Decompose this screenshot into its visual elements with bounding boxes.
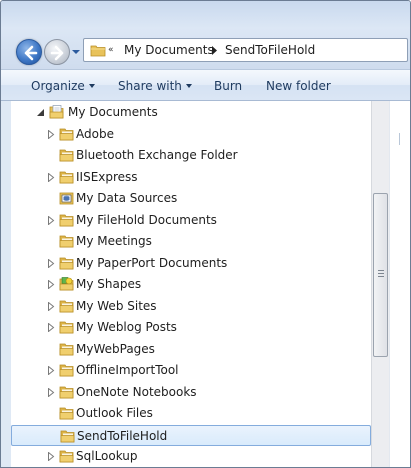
tree-item-label: My Documents [68,105,158,119]
tree-item-label: My Weblog Posts [76,320,177,334]
divider [399,133,400,145]
share-with-button[interactable]: Share with [118,78,192,94]
share-with-label: Share with [118,79,182,93]
tree-item-my-documents[interactable]: My Documents [11,102,371,123]
chevron-down-icon [185,83,192,88]
folder-icon [59,364,74,377]
address-bar[interactable]: « My Documents SendToFileHold [83,38,408,62]
tree-item[interactable]: My Data Sources [11,188,371,209]
folder-icon [59,407,74,420]
tree-item[interactable]: MyWebPages [11,339,371,360]
back-button[interactable] [16,39,42,65]
tree-item-label: My Data Sources [76,191,178,205]
folder-icon [59,214,74,226]
tree-item[interactable]: IISExpress [11,167,371,188]
recent-pages-dropdown-icon[interactable] [71,47,81,57]
organize-button[interactable]: Organize [31,78,95,94]
collapsed-arrow-icon[interactable] [47,280,55,289]
breadcrumb-overflow-icon[interactable]: « [108,43,114,57]
tree-item-label: My Shapes [76,277,142,291]
vertical-scrollbar[interactable] [371,101,389,467]
tree-item-label: My Web Sites [76,298,157,313]
explorer-window: « My Documents SendToFileHold Organize S… [0,0,411,468]
breadcrumb-separator-icon[interactable] [211,46,218,55]
tree-item[interactable]: My Meetings [11,231,371,252]
folder-icon [90,45,106,57]
forward-arrow-icon [50,45,64,61]
navigation-pane: My Documents Adobe Bluetooth Exchange Fol… [11,101,389,467]
collapsed-arrow-icon[interactable] [47,366,55,375]
collapsed-arrow-icon[interactable] [47,323,55,332]
tree-item[interactable]: My PaperPort Documents [11,253,371,274]
folder-icon [59,257,74,269]
tree-item[interactable]: Outlook Files [11,403,371,424]
grip-line [378,273,384,274]
tree-item-selected[interactable]: SendToFileHold [11,424,371,446]
folder-icon [59,343,74,355]
tree-item[interactable]: SqlLookup [11,446,371,467]
tree-item-label: SqlLookup [76,449,138,463]
data-sources-icon [59,192,74,205]
tree-item[interactable]: My Weblog Posts [11,317,371,338]
collapsed-arrow-icon[interactable] [47,387,55,397]
tree-item-label: OfflineImportTool [76,363,179,377]
folder-icon [59,128,74,140]
folder-icon [59,450,74,463]
title-bar: « My Documents SendToFileHold [1,1,410,69]
documents-library-icon [49,105,64,119]
tree-item-label: Outlook Files [76,406,153,420]
collapsed-arrow-icon[interactable] [47,452,55,461]
collapsed-arrow-icon[interactable] [47,258,55,268]
folder-icon [59,149,74,162]
tree-item-label: My PaperPort Documents [76,255,228,270]
collapsed-arrow-icon[interactable] [47,215,55,225]
tree-item-label: OneNote Notebooks [76,384,197,399]
tree-item[interactable]: OfflineImportTool [11,360,371,381]
tree-item-label: MyWebPages [76,341,155,356]
forward-button[interactable] [44,39,70,65]
folder-icon [59,321,74,334]
folder-icon [59,300,74,312]
collapsed-arrow-icon[interactable] [47,172,55,182]
tree-item[interactable]: Bluetooth Exchange Folder [11,145,371,166]
tree-item-label: My FileHold Documents [76,212,217,227]
tree-item-label: Adobe [76,126,114,141]
folder-icon [59,171,74,183]
tree-item[interactable]: Adobe [11,124,371,145]
new-folder-button[interactable]: New folder [266,78,331,94]
breadcrumb-sendtofilehold[interactable]: SendToFileHold [225,42,315,58]
collapsed-arrow-icon[interactable] [47,301,55,311]
shapes-folder-icon [59,277,74,291]
organize-label: Organize [31,79,85,93]
file-list-pane[interactable] [389,101,410,467]
chevron-down-icon [88,83,95,88]
folder-icon [59,235,74,248]
command-bar: Organize Share with Burn New folder [1,69,410,101]
tree-item-label: SendToFileHold [77,428,168,443]
tree-item-label: IISExpress [76,169,138,184]
back-arrow-icon [24,45,38,61]
tree-item-label: My Meetings [76,234,152,248]
folder-icon [59,386,74,398]
expanded-arrow-icon[interactable] [37,108,45,117]
collapsed-arrow-icon[interactable] [47,129,55,139]
folder-icon [60,430,75,442]
tree-item[interactable]: OneNote Notebooks [11,382,371,403]
burn-button[interactable]: Burn [214,78,242,94]
tree-item[interactable]: My Shapes [11,274,371,295]
grip-line [378,270,384,271]
tree-item[interactable]: My Web Sites [11,296,371,317]
tree-item[interactable]: My FileHold Documents [11,210,371,231]
grip-line [378,276,384,277]
breadcrumb-my-documents[interactable]: My Documents [124,42,214,58]
tree-item-label: Bluetooth Exchange Folder [76,148,238,162]
scrollbar-thumb[interactable] [373,193,388,357]
